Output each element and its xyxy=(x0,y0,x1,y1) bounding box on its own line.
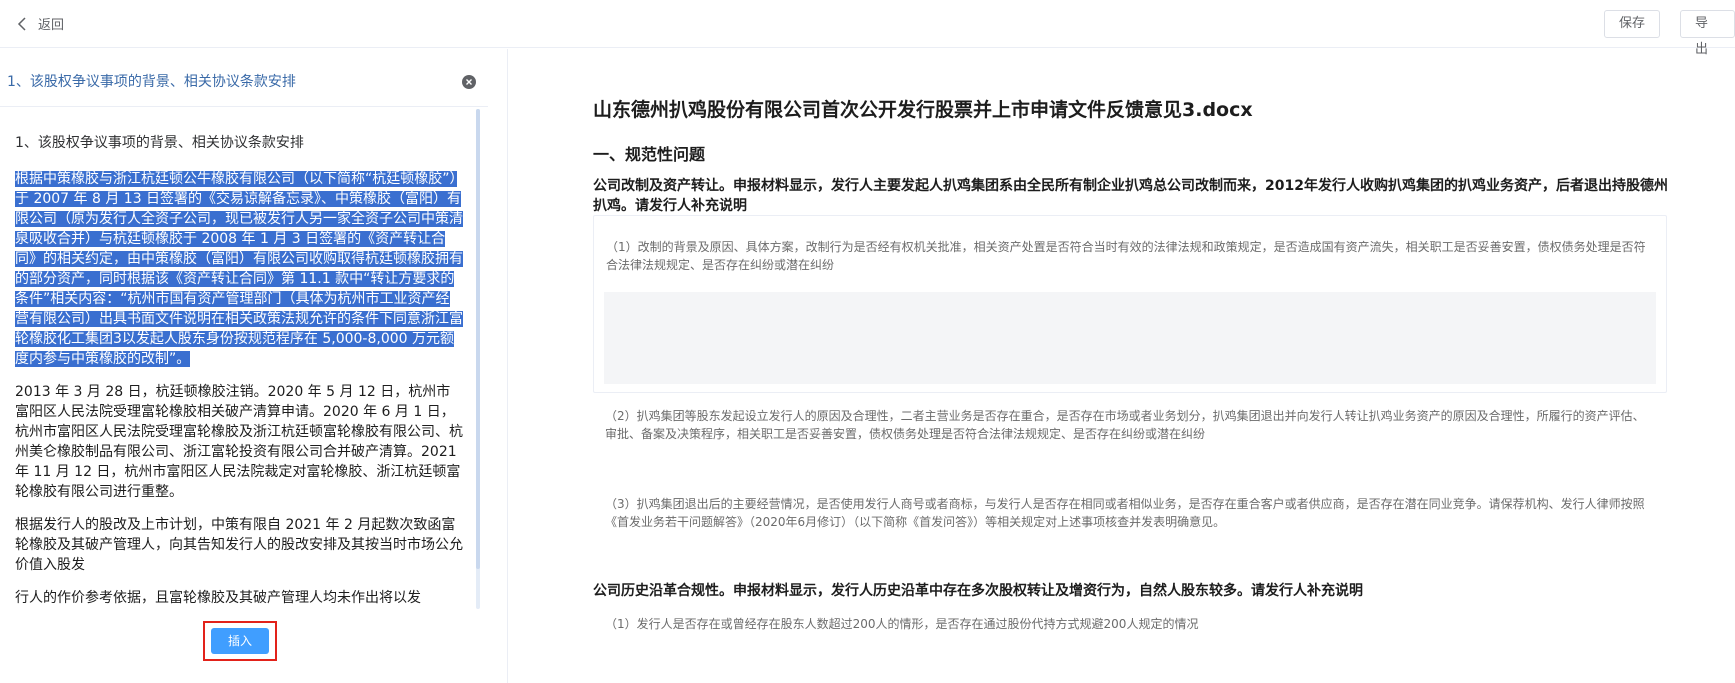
chevron-left-icon xyxy=(17,16,26,31)
source-panel: 1、该股权争议事项的背景、相关协议条款安排 1、该股权争议事项的背景、相关协议条… xyxy=(0,49,508,683)
save-button[interactable]: 保存 xyxy=(1604,10,1661,38)
section-heading: 一、规范性问题 xyxy=(593,145,706,164)
paragraph: 2013 年 3 月 28 日，杭廷顿橡胶注销。2020 年 5 月 12 日，… xyxy=(15,384,463,500)
question-title: 公司改制及资产转让。申报材料显示，发行人主要发起人扒鸡集团系由全民所有制企业扒鸡… xyxy=(593,178,1668,214)
question-title: 公司历史沿革合规性。申报材料显示，发行人历史沿革中存在多次股权转让及增资行为，自… xyxy=(593,583,1363,599)
sub-question[interactable]: （2）扒鸡集团等股东发起设立发行人的原因及合理性，二者主营业务是否存在重合，是否… xyxy=(605,407,1655,443)
insert-button[interactable]: 插入 xyxy=(211,628,269,654)
sub-question[interactable]: （3）扒鸡集团退出后的主要经营情况，是否使用发行人商号或者商标，与发行人是否存在… xyxy=(605,495,1655,531)
paragraph: 根据发行人的股改及上市计划，中策有限自 2021 年 2 月起数次致函富轮橡胶及… xyxy=(15,517,463,573)
scrollbar-thumb[interactable] xyxy=(476,109,480,569)
answer-box[interactable]: （1）改制的背景及原因、具体方案，改制行为是否经有权机关批准，相关资产处置是否符… xyxy=(593,215,1667,393)
source-heading: 1、该股权争议事项的背景、相关协议条款安排 xyxy=(15,135,304,151)
document-panel: 山东德州扒鸡股份有限公司首次公开发行股票并上市申请文件反馈意见3.docx 一、… xyxy=(509,49,1735,683)
insert-highlight-box: 插入 xyxy=(203,621,277,661)
source-text[interactable]: 1、该股权争议事项的背景、相关协议条款安排 根据中策橡胶与浙江杭廷顿公牛橡胶有限… xyxy=(0,119,478,614)
source-panel-header: 1、该股权争议事项的背景、相关协议条款安排 xyxy=(0,49,488,107)
selected-text[interactable]: 根据中策橡胶与浙江杭廷顿公牛橡胶有限公司（以下简称“杭廷顿橡胶”）于 2007 … xyxy=(15,171,463,367)
paragraph: 行人的作价参考依据，且富轮橡胶及其破产管理人均未作出将以发 xyxy=(15,590,421,606)
back-button[interactable]: 返回 xyxy=(16,14,64,33)
top-bar: 返回 保存 导出 xyxy=(0,0,1735,57)
source-panel-title: 1、该股权争议事项的背景、相关协议条款安排 xyxy=(7,74,296,90)
back-label: 返回 xyxy=(38,18,65,33)
answer-input[interactable] xyxy=(604,292,1656,384)
scrollbar[interactable] xyxy=(476,109,480,609)
selected-paragraph[interactable]: 根据中策橡胶与浙江杭廷顿公牛橡胶有限公司（以下简称“杭廷顿橡胶”）于 2007 … xyxy=(15,169,463,369)
close-icon[interactable] xyxy=(462,75,476,89)
export-button[interactable]: 导出 xyxy=(1680,10,1735,57)
sub-question[interactable]: （1）发行人是否存在或曾经存在股东人数超过200人的情形，是否存在通过股份代持方… xyxy=(605,615,1198,632)
document-title: 山东德州扒鸡股份有限公司首次公开发行股票并上市申请文件反馈意见3.docx xyxy=(593,99,1253,121)
sub-question: （1）改制的背景及原因、具体方案，改制行为是否经有权机关批准，相关资产处置是否符… xyxy=(606,240,1646,272)
